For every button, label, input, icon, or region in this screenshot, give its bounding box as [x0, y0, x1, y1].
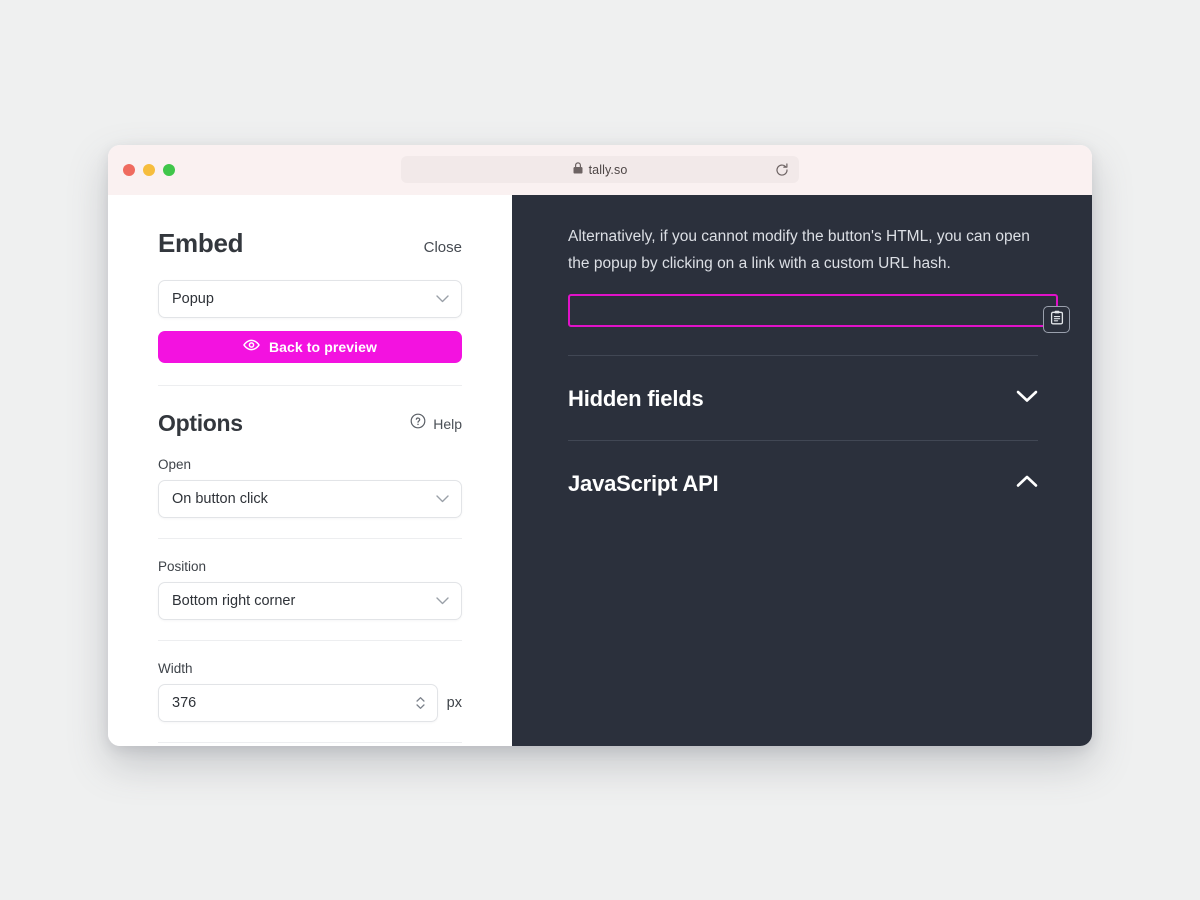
address-bar[interactable]: tally.so [401, 156, 799, 183]
field-width: Width 376 px [158, 661, 462, 722]
width-value: 376 [172, 695, 197, 711]
options-title: Options [158, 410, 243, 436]
embed-type-select[interactable]: Popup [158, 280, 462, 318]
window-traffic-lights [123, 164, 175, 176]
position-value: Bottom right corner [172, 593, 296, 609]
chevron-down-icon [436, 597, 449, 605]
lock-icon [573, 161, 583, 179]
help-label: Help [433, 415, 462, 432]
sidebar-divider [158, 640, 462, 641]
chevron-down-icon [1016, 390, 1038, 408]
chevron-up-icon [1016, 475, 1038, 493]
sidebar-divider [158, 385, 462, 386]
browser-window: tally.so Embed Close Popup Back to previ… [108, 145, 1092, 746]
quantity-stepper[interactable] [415, 695, 426, 712]
section-title: JavaScript API [568, 471, 719, 496]
window-content: Embed Close Popup Back to preview Option… [108, 195, 1092, 746]
chevron-down-icon [436, 295, 449, 303]
section-title: Hidden fields [568, 386, 704, 411]
clipboard-icon [1050, 310, 1064, 330]
field-position: Position Bottom right corner [158, 559, 462, 620]
eye-icon [243, 338, 260, 356]
reload-icon[interactable] [774, 162, 790, 178]
width-input[interactable]: 376 [158, 684, 438, 722]
width-row: 376 px [158, 684, 462, 722]
code-block [568, 294, 1070, 333]
sidebar-divider [158, 742, 462, 743]
field-open-label: Open [158, 457, 192, 472]
width-unit-label: px [446, 695, 462, 711]
intro-paragraph: Alternatively, if you cannot modify the … [568, 228, 1030, 272]
minimize-window-button[interactable] [143, 164, 155, 176]
docs-panel: Alternatively, if you cannot modify the … [512, 195, 1092, 746]
back-to-preview-button[interactable]: Back to preview [158, 331, 462, 363]
embed-sidebar: Embed Close Popup Back to preview Option… [108, 195, 512, 746]
open-value: On button click [172, 491, 268, 507]
field-position-label: Position [158, 559, 207, 574]
section-hidden-fields[interactable]: Hidden fields [568, 356, 1038, 440]
copy-button[interactable] [1043, 306, 1070, 333]
open-select[interactable]: On button click [158, 480, 462, 518]
back-to-preview-label: Back to preview [268, 339, 378, 355]
embed-type-value: Popup [172, 291, 214, 307]
position-select[interactable]: Bottom right corner [158, 582, 462, 620]
browser-titlebar: tally.so [108, 145, 1092, 195]
help-button[interactable]: Help [410, 413, 462, 434]
field-open: Open On button click [158, 457, 462, 518]
close-button[interactable]: Close [424, 239, 462, 256]
close-window-button[interactable] [123, 164, 135, 176]
embed-header: Embed Close [158, 195, 462, 259]
options-header: Options Help [158, 410, 462, 437]
url-text: tally.so [588, 162, 628, 177]
section-javascript-api[interactable]: JavaScript API [568, 441, 1038, 525]
chevron-down-icon [436, 495, 449, 503]
field-width-label: Width [158, 661, 193, 676]
page-title: Embed [158, 228, 244, 258]
question-circle-icon [410, 413, 426, 434]
sidebar-divider [158, 538, 462, 539]
maximize-window-button[interactable] [163, 164, 175, 176]
